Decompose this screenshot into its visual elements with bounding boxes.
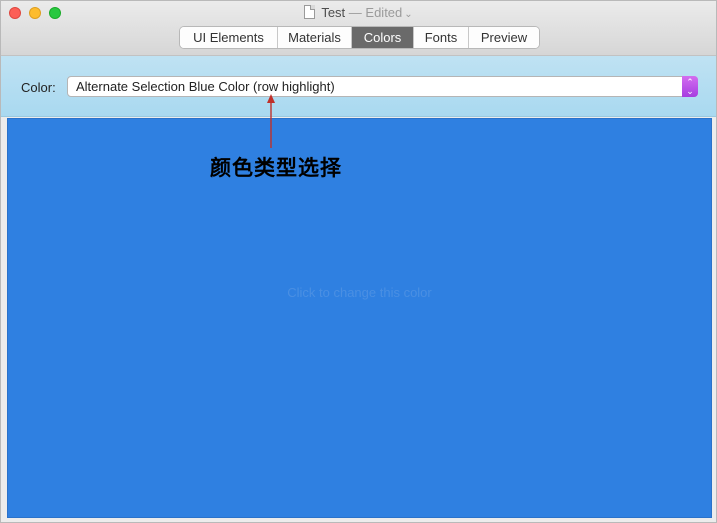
document-icon: [304, 5, 316, 19]
window-title-text: Test: [321, 5, 346, 20]
annotation-arrow-icon: [267, 94, 275, 148]
tab-materials[interactable]: Materials: [278, 27, 352, 48]
chevron-down-icon: ⌄: [404, 9, 413, 20]
app-window: Test — Edited ⌄ UI Elements Materials Col…: [0, 0, 717, 523]
color-selector-bar: Color: Alternate Selection Blue Color (r…: [1, 56, 716, 117]
swatch-hint: Click to change this color: [287, 285, 432, 300]
tab-bar: UI Elements Materials Colors Fonts Previ…: [179, 26, 540, 49]
select-stepper-icon: ⌃ ⌄: [682, 76, 698, 97]
tab-preview[interactable]: Preview: [469, 27, 539, 48]
color-swatch[interactable]: Click to change this color: [7, 118, 712, 518]
tab-ui-elements[interactable]: UI Elements: [180, 27, 278, 48]
title-bar: Test — Edited ⌄ UI Elements Materials Col…: [1, 1, 716, 56]
window-title[interactable]: Test — Edited ⌄: [1, 5, 716, 23]
edited-status: — Edited: [348, 5, 403, 20]
color-label: Color:: [21, 80, 56, 95]
color-select-value: Alternate Selection Blue Color (row high…: [76, 79, 335, 94]
tab-fonts[interactable]: Fonts: [414, 27, 469, 48]
annotation-label: 颜色类型选择: [210, 156, 342, 180]
color-type-select[interactable]: Alternate Selection Blue Color (row high…: [67, 76, 698, 97]
tab-colors[interactable]: Colors: [352, 27, 414, 48]
